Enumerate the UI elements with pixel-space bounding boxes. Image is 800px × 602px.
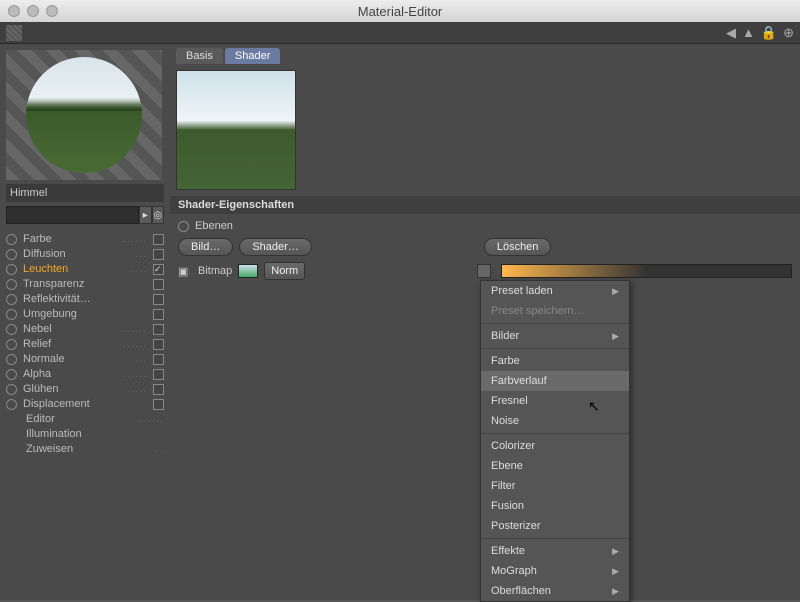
window-title: Material-Editor	[0, 4, 800, 19]
menu-ebene[interactable]: Ebene	[481, 456, 629, 476]
loeschen-button[interactable]: Löschen	[484, 238, 552, 256]
menu-posterizer[interactable]: Posterizer	[481, 516, 629, 536]
blend-mode-select[interactable]: Norm	[264, 262, 305, 280]
search-target-button[interactable]: ◎	[152, 206, 165, 224]
menu-noise[interactable]: Noise	[481, 411, 629, 431]
menu-oberflaechen[interactable]: Oberflächen▶	[481, 581, 629, 601]
menu-farbverlauf[interactable]: Farbverlauf	[481, 371, 629, 391]
radio-icon[interactable]	[178, 221, 189, 232]
menu-separator	[481, 348, 629, 349]
submenu-arrow-icon: ▶	[612, 331, 619, 342]
menu-fresnel[interactable]: Fresnel	[481, 391, 629, 411]
search-dropdown-button[interactable]: ▸	[139, 206, 152, 224]
texture-swatch-icon[interactable]	[6, 25, 22, 41]
radio-icon[interactable]	[6, 399, 17, 410]
material-preview[interactable]	[6, 50, 162, 180]
channel-nebel[interactable]: Nebel......	[6, 322, 164, 336]
radio-icon[interactable]	[6, 354, 17, 365]
channel-alpha[interactable]: Alpha......	[6, 367, 164, 381]
main-area: Himmel ▸ ◎ Farbe...... Diffusion... Leuc…	[0, 44, 800, 600]
value-spinner[interactable]	[477, 264, 491, 278]
checkbox[interactable]	[153, 294, 164, 305]
channel-diffusion[interactable]: Diffusion...	[6, 247, 164, 261]
channel-displacement[interactable]: Displacement	[6, 397, 164, 411]
channel-relief[interactable]: Relief......	[6, 337, 164, 351]
layer-thumb[interactable]	[238, 264, 258, 278]
menu-separator	[481, 538, 629, 539]
radio-icon[interactable]	[6, 384, 17, 395]
menu-effekte[interactable]: Effekte▶	[481, 541, 629, 561]
tabs: Basis Shader	[170, 44, 800, 64]
toolbar: ◀ ▲ 🔒 ⊕	[0, 22, 800, 44]
radio-icon[interactable]	[6, 339, 17, 350]
layer-type-label: Bitmap	[198, 265, 232, 277]
channel-illumination[interactable]: Illumination	[6, 427, 164, 441]
checkbox[interactable]	[153, 279, 164, 290]
radio-icon[interactable]	[6, 249, 17, 260]
checkbox[interactable]	[153, 234, 164, 245]
menu-preset-load[interactable]: Preset laden▶	[481, 281, 629, 301]
titlebar: Material-Editor	[0, 0, 800, 22]
submenu-arrow-icon: ▶	[612, 586, 619, 597]
menu-preset-save: Preset speichern…	[481, 301, 629, 321]
ebenen-label: Ebenen	[195, 220, 233, 232]
radio-icon[interactable]	[6, 279, 17, 290]
channel-leuchten[interactable]: Leuchten....	[6, 262, 164, 276]
section-title: Shader-Eigenschaften	[170, 196, 800, 214]
shader-preview[interactable]	[176, 70, 296, 190]
search-input[interactable]	[6, 206, 139, 224]
channel-zuweisen[interactable]: Zuweisen..	[6, 442, 164, 456]
tab-basis[interactable]: Basis	[176, 48, 223, 64]
shader-button[interactable]: Shader…	[239, 238, 311, 256]
menu-separator	[481, 433, 629, 434]
checkbox[interactable]	[153, 369, 164, 380]
menu-mograph[interactable]: MoGraph▶	[481, 561, 629, 581]
channel-umgebung[interactable]: Umgebung	[6, 307, 164, 321]
channel-farbe[interactable]: Farbe......	[6, 232, 164, 246]
checkbox[interactable]	[153, 399, 164, 410]
channel-list: Farbe...... Diffusion... Leuchten.... Tr…	[6, 232, 164, 456]
nav-up-icon[interactable]: ▲	[742, 25, 755, 41]
channel-editor[interactable]: Editor......	[6, 412, 164, 426]
lock-icon[interactable]: 🔒	[761, 25, 777, 41]
nav-back-icon[interactable]: ◀	[726, 25, 736, 41]
channel-transparenz[interactable]: Transparenz	[6, 277, 164, 291]
checkbox[interactable]	[153, 354, 164, 365]
radio-icon[interactable]	[6, 324, 17, 335]
channel-gluehen[interactable]: Glühen.....	[6, 382, 164, 396]
expand-icon[interactable]: ▣	[178, 265, 192, 278]
preview-sphere	[26, 57, 142, 173]
checkbox[interactable]	[153, 324, 164, 335]
menu-colorizer[interactable]: Colorizer	[481, 436, 629, 456]
submenu-arrow-icon: ▶	[612, 546, 619, 557]
radio-icon[interactable]	[6, 369, 17, 380]
menu-bilder[interactable]: Bilder▶	[481, 326, 629, 346]
checkbox[interactable]	[153, 264, 164, 275]
submenu-arrow-icon: ▶	[612, 566, 619, 577]
menu-separator	[481, 323, 629, 324]
radio-icon[interactable]	[6, 309, 17, 320]
sidebar: Himmel ▸ ◎ Farbe...... Diffusion... Leuc…	[0, 44, 170, 600]
channel-normale[interactable]: Normale...	[6, 352, 164, 366]
add-icon[interactable]: ⊕	[783, 25, 794, 41]
radio-icon[interactable]	[6, 264, 17, 275]
channel-reflektivitaet[interactable]: Reflektivität…	[6, 292, 164, 306]
checkbox[interactable]	[153, 309, 164, 320]
checkbox[interactable]	[153, 249, 164, 260]
submenu-arrow-icon: ▶	[612, 286, 619, 297]
checkbox[interactable]	[153, 339, 164, 350]
bild-button[interactable]: Bild…	[178, 238, 233, 256]
opacity-slider[interactable]	[501, 264, 792, 278]
checkbox[interactable]	[153, 384, 164, 395]
menu-filter[interactable]: Filter	[481, 476, 629, 496]
shader-context-menu: Preset laden▶ Preset speichern… Bilder▶ …	[480, 280, 630, 602]
content-area: Basis Shader Shader-Eigenschaften Ebenen…	[170, 44, 800, 600]
menu-farbe[interactable]: Farbe	[481, 351, 629, 371]
menu-fusion[interactable]: Fusion	[481, 496, 629, 516]
radio-icon[interactable]	[6, 234, 17, 245]
tab-shader[interactable]: Shader	[225, 48, 280, 64]
material-name-field[interactable]: Himmel	[6, 184, 164, 202]
radio-icon[interactable]	[6, 294, 17, 305]
